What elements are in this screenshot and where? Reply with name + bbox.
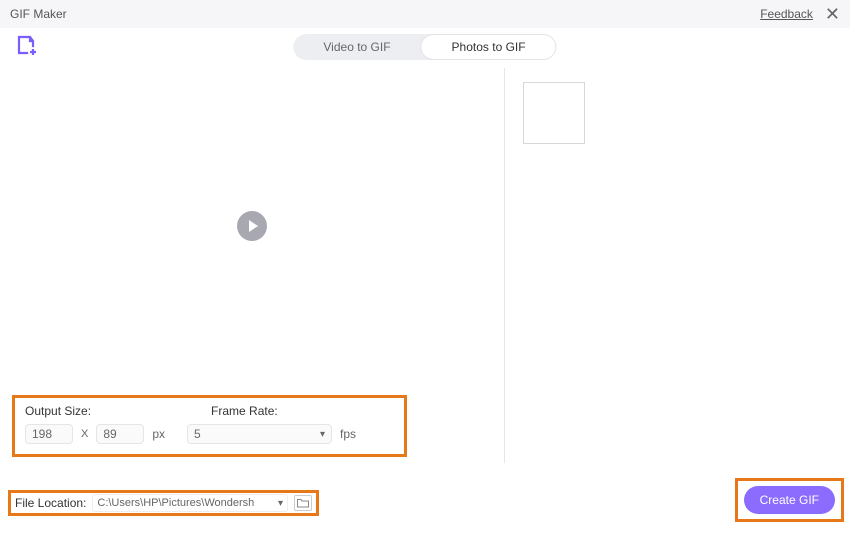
thumbnail-pane: [505, 68, 850, 463]
create-gif-panel: Create GIF: [735, 478, 844, 522]
toolbar: Video to GIF Photos to GIF: [0, 28, 850, 68]
folder-icon: [297, 498, 309, 508]
browse-folder-button[interactable]: [294, 495, 312, 511]
chevron-down-icon: ▾: [278, 498, 283, 509]
play-button[interactable]: [237, 211, 267, 241]
fps-unit-label: fps: [340, 427, 356, 441]
tab-video-to-gif[interactable]: Video to GIF: [293, 34, 420, 60]
footer: File Location: C:\Users\HP\Pictures\Wond…: [0, 490, 850, 550]
output-size-label: Output Size:: [25, 404, 91, 418]
close-icon[interactable]: ✕: [825, 5, 840, 23]
tab-photos-to-gif[interactable]: Photos to GIF: [421, 34, 557, 60]
mode-tab-switch: Video to GIF Photos to GIF: [293, 34, 556, 60]
feedback-link[interactable]: Feedback: [760, 7, 813, 21]
thumbnail-slot[interactable]: [523, 82, 585, 144]
width-input[interactable]: [25, 424, 73, 444]
frame-rate-label: Frame Rate:: [211, 404, 278, 418]
height-input[interactable]: [96, 424, 144, 444]
add-file-icon[interactable]: [16, 35, 40, 60]
frame-rate-select[interactable]: 5 ▾: [187, 424, 332, 444]
file-location-label: File Location:: [15, 496, 86, 510]
file-location-select[interactable]: C:\Users\HP\Pictures\Wondersh ▾: [92, 494, 288, 512]
title-bar: GIF Maker Feedback ✕: [0, 0, 850, 28]
px-unit-label: px: [152, 427, 165, 441]
file-location-panel: File Location: C:\Users\HP\Pictures\Wond…: [8, 490, 319, 516]
output-settings-panel: Output Size: Frame Rate: X px 5 ▾ fps: [12, 395, 407, 457]
play-icon: [249, 220, 258, 232]
header-actions: Feedback ✕: [760, 5, 840, 23]
chevron-down-icon: ▾: [320, 429, 325, 440]
multiply-label: X: [81, 428, 88, 440]
frame-rate-value: 5: [194, 427, 201, 441]
create-gif-button[interactable]: Create GIF: [744, 486, 835, 514]
file-location-path: C:\Users\HP\Pictures\Wondersh: [97, 497, 254, 509]
app-title: GIF Maker: [10, 7, 67, 21]
